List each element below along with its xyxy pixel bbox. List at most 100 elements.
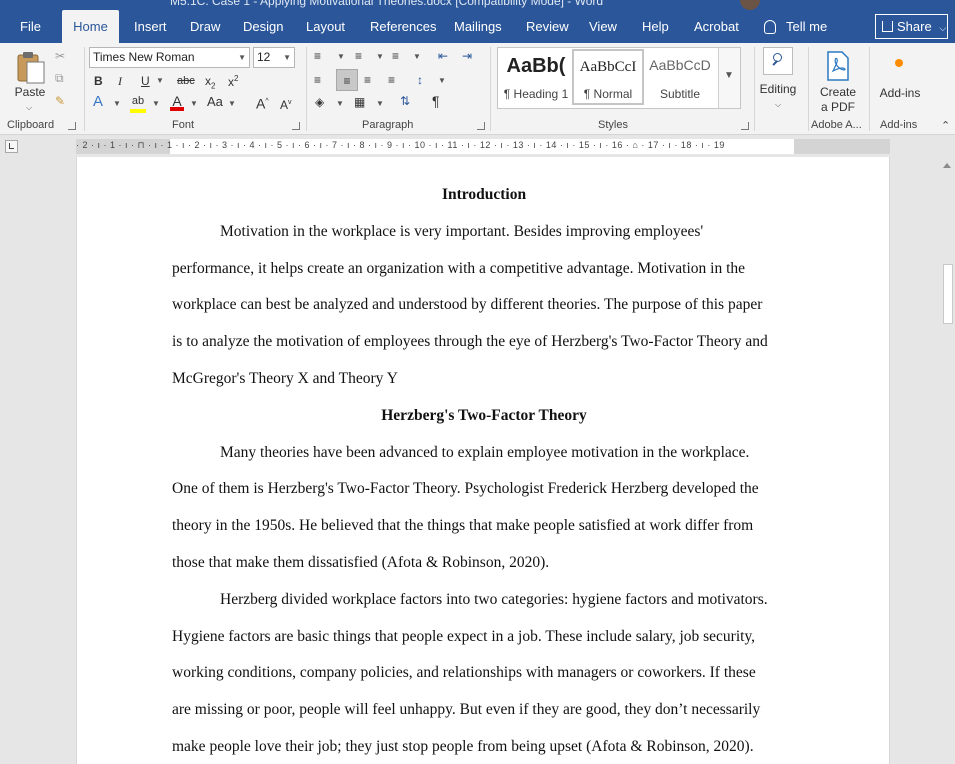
tab-view[interactable]: View: [589, 10, 617, 43]
share-button[interactable]: Share ⌵: [875, 14, 948, 39]
align-left-icon[interactable]: ≡: [314, 72, 321, 88]
vertical-scrollbar[interactable]: [940, 157, 955, 764]
format-painter-icon[interactable]: ✎: [55, 93, 65, 109]
text-line: working conditions, company policies, an…: [172, 664, 756, 682]
subscript-icon[interactable]: x2: [205, 73, 215, 94]
chevron-down-icon: ⌵: [939, 23, 947, 33]
chevron-down-icon[interactable]: ▼: [336, 99, 344, 108]
chevron-down-icon[interactable]: ▼: [228, 99, 236, 108]
font-launcher-icon[interactable]: [292, 122, 300, 130]
tab-home[interactable]: Home: [62, 10, 119, 43]
pdf-icon: [827, 51, 849, 81]
styles-launcher-icon[interactable]: [741, 122, 749, 130]
numbering-icon[interactable]: ≡: [355, 48, 362, 64]
group-label-styles: Styles: [598, 119, 628, 131]
horizontal-ruler[interactable]: · 2 · ı · 1 · ı · ⊓ · ı · 1 · ı · 2 · ı …: [76, 139, 890, 154]
chevron-down-icon[interactable]: ▼: [376, 52, 384, 61]
tab-layout[interactable]: Layout: [306, 10, 345, 43]
chevron-down-icon[interactable]: ▼: [337, 52, 345, 61]
document-body[interactable]: Introduction Motivation in the workplace…: [172, 177, 796, 764]
multilevel-list-icon[interactable]: ≡: [392, 48, 399, 64]
grow-font-icon[interactable]: A^: [256, 94, 269, 112]
tell-me-search[interactable]: Tell me: [764, 10, 827, 43]
tab-acrobat[interactable]: Acrobat: [694, 10, 739, 43]
borders-icon[interactable]: ▦: [354, 94, 365, 110]
text-line: Hygiene factors are basic things that pe…: [172, 627, 756, 645]
tell-me-label: Tell me: [786, 19, 828, 34]
create-pdf-button[interactable]: Create a PDF: [813, 47, 863, 115]
font-color-icon[interactable]: A: [170, 93, 184, 111]
editing-label: Editing: [759, 82, 797, 96]
tab-selector[interactable]: [5, 140, 18, 153]
chevron-down-icon[interactable]: ▼: [283, 48, 291, 67]
tab-design[interactable]: Design: [243, 10, 283, 43]
strikethrough-icon[interactable]: abc: [177, 73, 195, 89]
justify-icon[interactable]: ≡: [388, 72, 395, 88]
editing-button[interactable]: Editing ⌵: [757, 45, 803, 113]
text-effects-icon[interactable]: A: [93, 94, 103, 110]
group-label-paragraph: Paragraph: [362, 119, 414, 131]
sort-icon[interactable]: ⇅: [400, 93, 410, 109]
group-divider: [869, 47, 870, 131]
text-line: workplace can best be analyzed and under…: [172, 296, 763, 314]
paste-button[interactable]: Paste ⌵: [10, 47, 50, 115]
clipboard-icon: [17, 52, 45, 84]
change-case-icon[interactable]: Aa: [207, 94, 223, 110]
cut-icon[interactable]: ✂: [55, 48, 65, 64]
window-title: M5.1C: Case 1 - Applying Motivational Th…: [170, 0, 604, 8]
chevron-down-icon[interactable]: ▼: [152, 99, 160, 108]
avatar[interactable]: [740, 0, 760, 10]
document-page[interactable]: Introduction Motivation in the workplace…: [76, 157, 890, 764]
chevron-down-icon[interactable]: ▼: [413, 52, 421, 61]
chevron-down-icon[interactable]: ▼: [438, 76, 446, 85]
align-right-icon[interactable]: ≡: [364, 72, 371, 88]
tab-insert[interactable]: Insert: [134, 10, 167, 43]
tab-file[interactable]: File: [20, 10, 41, 43]
increase-indent-icon[interactable]: ⇥: [462, 48, 472, 64]
style-sample: AaBb(: [506, 55, 566, 77]
shrink-font-icon[interactable]: Av: [280, 95, 292, 113]
highlight-icon[interactable]: ab: [130, 93, 146, 113]
decrease-indent-icon[interactable]: ⇤: [438, 48, 448, 64]
font-color-bar: [170, 107, 184, 111]
chevron-down-icon[interactable]: ▼: [113, 99, 121, 108]
superscript-icon[interactable]: x2: [228, 71, 238, 90]
tab-references[interactable]: References: [370, 10, 436, 43]
italic-icon[interactable]: I: [118, 73, 122, 89]
copy-icon[interactable]: ⧉: [55, 70, 64, 86]
style-normal[interactable]: AaBbCcI ¶ Normal: [572, 49, 644, 105]
clipboard-launcher-icon[interactable]: [68, 122, 76, 130]
style-heading1[interactable]: AaBb( ¶ Heading 1: [500, 49, 572, 105]
tab-review[interactable]: Review: [526, 10, 569, 43]
style-subtitle[interactable]: AaBbCcD Subtitle: [644, 49, 716, 105]
text-line: those that make them dissatisfied (Afota…: [172, 553, 550, 571]
chevron-down-icon[interactable]: ▼: [156, 76, 164, 85]
text-line: One of them is Herzberg's Two-Factor The…: [172, 480, 759, 498]
align-center-icon[interactable]: ≡: [336, 69, 358, 91]
tab-draw[interactable]: Draw: [190, 10, 220, 43]
bold-icon[interactable]: B: [94, 73, 103, 89]
addins-button[interactable]: Add-ins: [874, 47, 926, 115]
styles-gallery-more[interactable]: ▼: [718, 48, 740, 108]
scroll-thumb[interactable]: [943, 264, 953, 324]
style-label: ¶ Heading 1: [503, 87, 569, 101]
chevron-down-icon: ⌵: [26, 103, 33, 112]
paragraph-launcher-icon[interactable]: [477, 122, 485, 130]
show-marks-icon[interactable]: ¶: [432, 93, 440, 109]
tab-help[interactable]: Help: [642, 10, 669, 43]
underline-icon[interactable]: U: [141, 73, 150, 89]
chevron-down-icon[interactable]: ▼: [190, 99, 198, 108]
font-size-combo[interactable]: 12 ▼: [253, 47, 295, 68]
bullets-icon[interactable]: ≡: [314, 48, 321, 64]
shading-icon[interactable]: ◈: [315, 94, 324, 110]
chevron-down-icon[interactable]: ▼: [376, 99, 384, 108]
line-spacing-icon[interactable]: ↕: [417, 72, 423, 88]
font-name-combo[interactable]: Times New Roman ▼: [89, 47, 250, 68]
tab-mailings[interactable]: Mailings: [454, 10, 502, 43]
collapse-ribbon-icon[interactable]: ⌃: [941, 119, 950, 132]
scroll-up-icon[interactable]: [943, 163, 951, 168]
group-divider: [754, 47, 755, 131]
chevron-down-icon[interactable]: ▼: [238, 48, 246, 67]
text-line: Many theories have been advanced to expl…: [220, 443, 750, 461]
group-label-clipboard: Clipboard: [7, 119, 55, 131]
